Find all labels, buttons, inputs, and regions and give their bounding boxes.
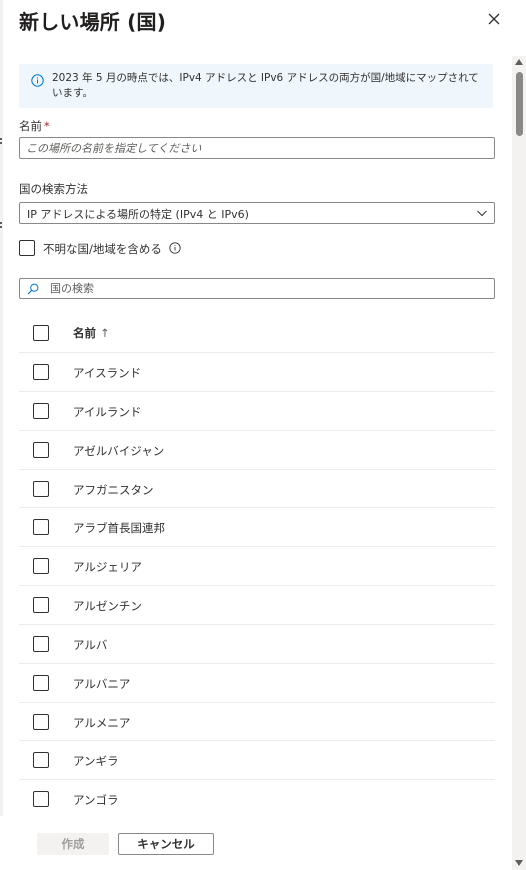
panel-footer: 作成 キャンセル (0, 816, 512, 870)
close-icon (488, 13, 500, 25)
table-row[interactable]: アルメニア (19, 703, 495, 742)
info-icon (31, 74, 44, 87)
table-row[interactable]: アルバニア (19, 664, 495, 703)
table-row[interactable]: アルゼンチン (19, 586, 495, 625)
table-row[interactable]: アンゴラ (19, 780, 495, 816)
required-marker: * (44, 119, 50, 133)
table-rows: アイスランド アイルランドアゼルバイジャン アフガニスタン アラブ首長国連邦 アルジェリ… (19, 353, 495, 816)
country-name: アルゼンチン (73, 599, 142, 614)
lookup-method-label: 国の検索方法 (19, 182, 88, 196)
search-icon (27, 283, 39, 295)
row-checkbox[interactable] (33, 635, 49, 652)
scrollbar-thumb[interactable] (516, 72, 523, 136)
name-column-header-text: 名前 (73, 326, 96, 340)
scroll-down-arrow-icon[interactable] (515, 860, 523, 866)
table-header: 名前 ↑ (19, 314, 495, 353)
name-label-text: 名前 (19, 119, 42, 133)
country-name: アイスランド (73, 366, 142, 380)
lookup-method-dropdown[interactable]: IP アドレスによる場所の特定 (IPv4 と IPv6) (19, 202, 495, 224)
table-row[interactable]: アフガニスタン (19, 470, 495, 509)
country-name: アルメニア (73, 715, 131, 730)
table-row[interactable]: アルジェリア (19, 547, 495, 587)
scroll-up-arrow-icon[interactable] (515, 59, 523, 65)
country-table: 名前 ↑ アイスランド アイルランドアゼルバイジャン アフガニスタン アラブ首長国連邦ア… (19, 314, 495, 816)
table-row[interactable]: アイスランド (19, 353, 495, 392)
row-checkbox[interactable] (33, 791, 49, 808)
row-checkbox[interactable] (33, 480, 49, 497)
country-name: アフガニスタン (73, 482, 154, 497)
select-all-checkbox[interactable] (33, 325, 49, 341)
name-column-header[interactable]: 名前 ↑ (73, 325, 110, 341)
table-row[interactable]: アラブ首長国連邦 (19, 508, 495, 548)
panel-content: 2023 年 5 月の時点では、IPv4 アドレスと IPv6 アドレスの両方が… (0, 56, 512, 816)
info-message-text: 2023 年 5 月の時点では、IPv4 アドレスと IPv6 アドレスの両方が… (52, 72, 479, 99)
country-name: アルバ (73, 637, 108, 652)
panel-title: 新しい場所 (国) (19, 10, 167, 34)
row-checkbox[interactable] (33, 752, 49, 769)
row-checkbox[interactable] (33, 713, 49, 730)
country-name: アラブ首長国連邦 (73, 521, 165, 536)
info-message-bar: 2023 年 5 月の時点では、IPv4 アドレスと IPv6 アドレスの両方が… (19, 64, 493, 108)
location-name-input[interactable] (19, 137, 495, 159)
table-row[interactable]: アンギラ (19, 741, 495, 781)
country-search-box[interactable] (19, 278, 495, 299)
create-button[interactable]: 作成 (37, 833, 109, 855)
chevron-down-icon (477, 210, 487, 217)
sort-ascending-icon: ↑ (100, 326, 110, 340)
row-checkbox[interactable] (33, 519, 49, 536)
cancel-button[interactable]: キャンセル (118, 833, 214, 855)
row-checkbox[interactable] (33, 597, 49, 614)
close-button[interactable] (484, 9, 504, 29)
include-unknown-label: 不明な国/地域を含める (43, 242, 162, 256)
lookup-method-selected: IP アドレスによる場所の特定 (IPv4 と IPv6) (27, 208, 249, 221)
country-name: アルジェリア (73, 560, 142, 575)
include-unknown-checkbox[interactable] (19, 240, 35, 256)
row-checkbox[interactable] (33, 674, 49, 691)
table-row[interactable]: アルバ (19, 625, 495, 664)
info-icon[interactable] (169, 242, 181, 254)
row-checkbox[interactable] (33, 558, 49, 575)
country-name: アルバニア (73, 676, 131, 691)
vertical-scrollbar[interactable] (512, 56, 526, 870)
row-checkbox[interactable] (33, 364, 49, 380)
country-name: アンゴラ (73, 793, 119, 808)
row-checkbox[interactable] (33, 402, 49, 419)
country-name: アイルランド (73, 404, 142, 419)
country-name: アンギラ (73, 754, 119, 769)
table-row[interactable]: アイルランド (19, 392, 495, 431)
country-name: アゼルバイジャン (73, 443, 165, 458)
country-search-input[interactable] (50, 280, 480, 297)
name-field-label: 名前 * (19, 118, 50, 134)
table-row[interactable]: アゼルバイジャン (19, 431, 495, 470)
row-checkbox[interactable] (33, 441, 49, 458)
